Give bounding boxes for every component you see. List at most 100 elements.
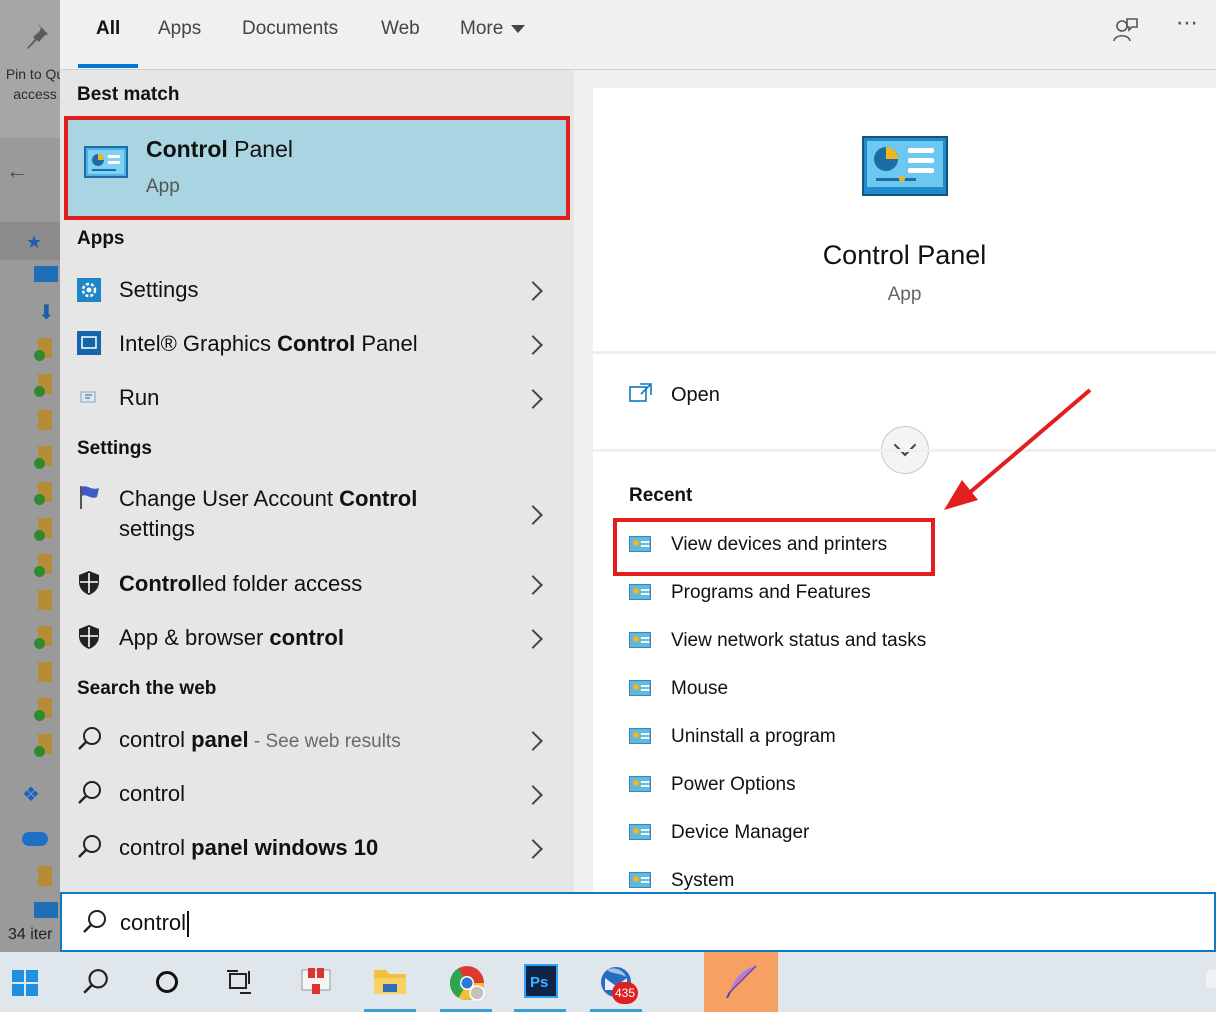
pin-icon (27, 22, 48, 49)
control-panel-icon (84, 146, 128, 183)
app-result-label: Controlled folder access (119, 571, 363, 596)
task-view-button[interactable] (208, 952, 268, 1012)
recent-heading: Recent (629, 485, 693, 506)
divider (593, 449, 1216, 452)
web-result-label: control (119, 781, 186, 806)
pin-to-quick-access-label: Pin to Qu access (5, 66, 60, 102)
folder-icon (38, 590, 52, 610)
tab-more[interactable]: More (460, 18, 526, 40)
tab-all[interactable]: All (96, 18, 120, 40)
start-button[interactable] (0, 952, 60, 1012)
recent-item-label: Mouse (671, 678, 729, 699)
notification-count-badge: 435 (612, 982, 638, 1004)
svg-text:Ps: Ps (530, 974, 548, 991)
annotation-highlight-box (613, 518, 935, 576)
app-result-settings[interactable]: Settings (60, 272, 574, 308)
sync-check-icon (34, 746, 45, 757)
cortana-circle-icon (156, 971, 178, 993)
sync-check-icon (34, 710, 45, 721)
recent-item[interactable]: Power Options (629, 766, 1129, 806)
app-result-run[interactable]: Run (60, 380, 574, 416)
section-best-match: Best match (77, 84, 180, 105)
taskbar-chrome[interactable] (436, 952, 496, 1012)
sync-check-icon (34, 638, 45, 649)
recent-item-label: View network status and tasks (671, 630, 927, 651)
search-input[interactable]: control (120, 910, 190, 938)
search-box[interactable]: control (60, 892, 1216, 952)
taskbar-search-button[interactable] (66, 952, 126, 1012)
app-result-label: Settings (119, 277, 199, 302)
best-match-type: App (146, 176, 180, 197)
taskbar-photoshop[interactable]: Ps (510, 952, 570, 1012)
chevron-right-icon[interactable] (523, 505, 543, 525)
app-result-label: App & browser control (119, 625, 344, 650)
open-label: Open (671, 384, 720, 406)
recent-item[interactable]: View network status and tasks (629, 622, 1129, 662)
more-options-icon[interactable]: ⋯ (1172, 10, 1202, 40)
control-panel-large-icon (862, 136, 948, 201)
chevron-right-icon[interactable] (523, 281, 543, 301)
search-icon (77, 726, 101, 750)
run-icon (77, 387, 101, 411)
chevron-right-icon[interactable] (523, 335, 543, 355)
pin-to-quick-access-area: Pin to Qu access (0, 0, 60, 138)
intel-graphics-icon (77, 331, 101, 355)
tab-web[interactable]: Web (381, 18, 420, 40)
folder-icon (38, 866, 52, 886)
sync-check-icon (34, 350, 45, 361)
app-result-intel-graphics[interactable]: Intel® Graphics Control Panel (60, 326, 574, 362)
taskbar-file-explorer[interactable] (360, 952, 420, 1012)
recent-item[interactable]: Uninstall a program (629, 718, 1129, 758)
download-icon: ⬇ (38, 302, 55, 324)
taskbar-app-office-tool[interactable] (286, 952, 346, 1012)
tab-apps[interactable]: Apps (158, 18, 201, 40)
taskbar-active-app[interactable] (704, 952, 778, 1012)
app-result-label: Run (119, 385, 160, 410)
setting-result-controlled-folder-access[interactable]: Controlled folder access (60, 566, 574, 602)
web-result-label: control panel windows 10 (119, 835, 379, 860)
cortana-button[interactable] (137, 952, 197, 1012)
recent-item-label: Power Options (671, 774, 796, 795)
active-tab-indicator (78, 64, 138, 68)
chevron-right-icon[interactable] (523, 731, 543, 751)
folder-icon (38, 662, 52, 682)
recent-item[interactable]: Mouse (629, 670, 1129, 710)
dropbox-icon: ❖ (22, 784, 40, 806)
section-settings: Settings (77, 438, 152, 459)
app-tool-icon (301, 968, 331, 994)
preview-title: Control Panel (822, 240, 987, 270)
chevron-right-icon[interactable] (523, 785, 543, 805)
chevron-right-icon[interactable] (523, 389, 543, 409)
open-action[interactable]: Open (629, 378, 829, 414)
setting-result-uac[interactable]: Change User Account Control settings (60, 482, 574, 548)
web-result[interactable]: control panel windows 10 (60, 830, 574, 866)
best-match-title: Control Panel (146, 136, 293, 162)
search-icon (77, 780, 101, 804)
chevron-right-icon[interactable] (523, 629, 543, 649)
recent-item[interactable]: System (629, 862, 1129, 892)
web-result-label: control panel - See web results (119, 727, 401, 752)
text-cursor (187, 911, 190, 938)
control-panel-small-icon (629, 584, 651, 600)
app-result-label: Intel® Graphics Control Panel (119, 331, 418, 356)
web-result[interactable]: control (60, 776, 574, 812)
sync-check-icon (34, 530, 45, 541)
photoshop-icon: Ps (524, 964, 558, 998)
back-arrow-icon: ← (6, 158, 28, 183)
best-match-control-panel[interactable]: Control Panel App (64, 116, 570, 220)
chevron-right-icon[interactable] (523, 575, 543, 595)
recent-item[interactable]: Device Manager (629, 814, 1129, 854)
control-panel-small-icon (629, 776, 651, 792)
chevron-right-icon[interactable] (523, 839, 543, 859)
gear-icon (77, 278, 101, 302)
task-view-icon (227, 970, 251, 994)
web-result[interactable]: control panel - See web results (60, 722, 574, 758)
search-icon (83, 969, 108, 994)
taskbar-thunderbird[interactable] (586, 952, 646, 1012)
recent-item-label: Uninstall a program (671, 726, 836, 747)
setting-result-app-browser-control[interactable]: App & browser control (60, 620, 574, 656)
tab-documents[interactable]: Documents (242, 18, 338, 40)
feedback-icon[interactable] (1110, 16, 1140, 46)
search-scope-tabs: All Apps Documents Web More ⋯ (60, 0, 1216, 70)
recent-item[interactable]: Programs and Features (629, 574, 1129, 614)
